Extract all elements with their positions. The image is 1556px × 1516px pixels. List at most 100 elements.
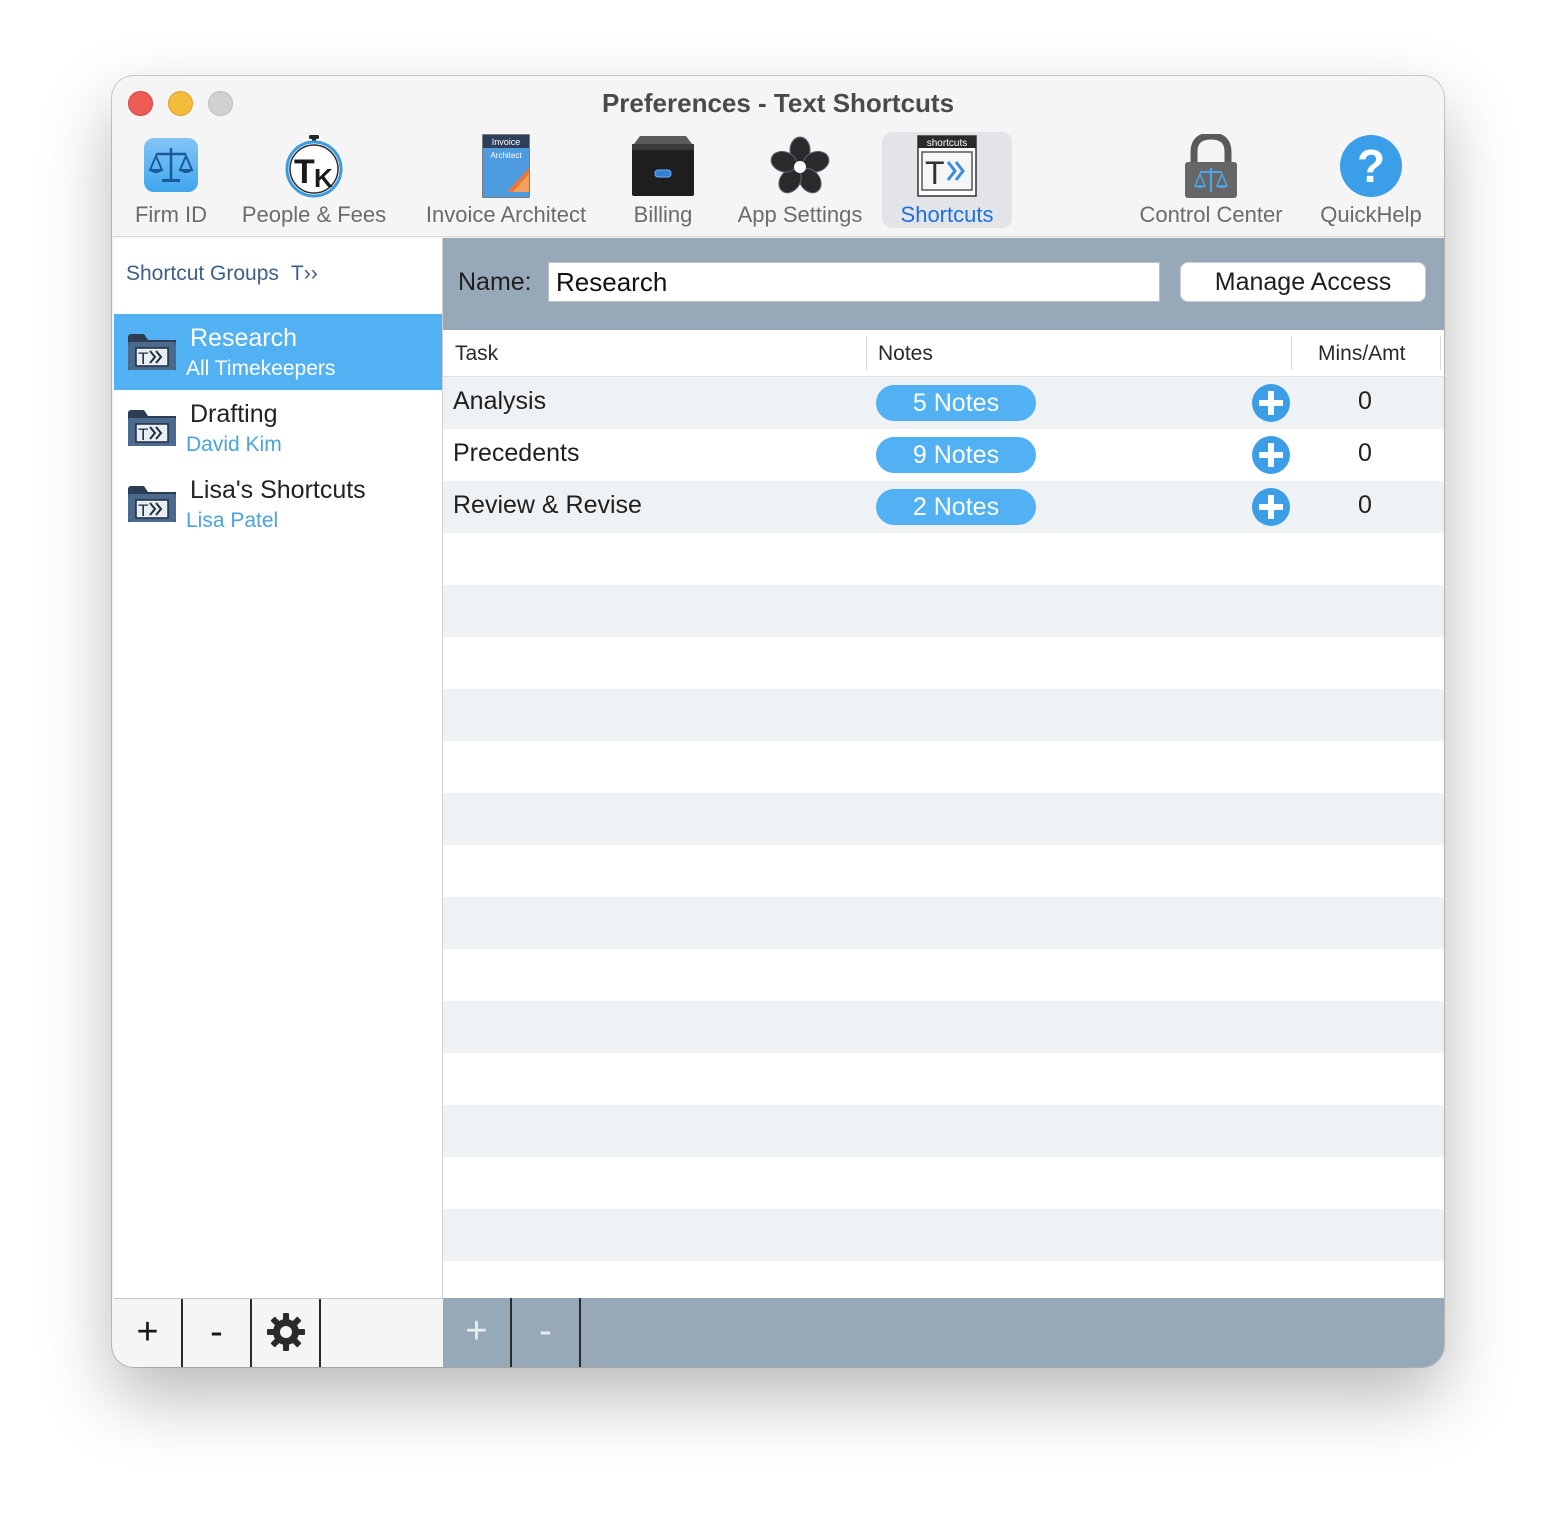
scales-icon xyxy=(144,138,198,192)
table-row[interactable]: Precedents 9 Notes 0 xyxy=(443,429,1444,481)
column-divider[interactable] xyxy=(1440,336,1441,370)
toolbar-app-settings[interactable]: App Settings xyxy=(726,132,874,228)
add-note-icon[interactable] xyxy=(1251,435,1291,475)
invoice-architect-icon: Invoice Architect xyxy=(482,134,530,198)
notes-count-button[interactable]: 5 Notes xyxy=(876,385,1036,421)
shortcut-folder-icon: T xyxy=(128,334,176,370)
toolbar-label: Invoice Architect xyxy=(425,202,587,227)
question-icon: ? xyxy=(1340,135,1402,197)
toolbar-quickhelp[interactable]: ? QuickHelp xyxy=(1310,132,1432,228)
window-title: Preferences - Text Shortcuts xyxy=(601,88,955,118)
table-header: Task Notes Mins/Amt xyxy=(443,330,1444,377)
task-name: Analysis xyxy=(453,387,547,415)
svg-text:K: K xyxy=(314,163,333,193)
column-header-notes[interactable]: Notes xyxy=(878,342,933,366)
svg-text:T: T xyxy=(294,153,315,191)
group-owner: Lisa Patel xyxy=(186,509,279,532)
empty-row xyxy=(443,585,1444,637)
table-row[interactable]: Review & Revise 2 Notes 0 xyxy=(443,481,1444,533)
name-label: Name: xyxy=(458,268,532,296)
column-divider[interactable] xyxy=(1291,336,1292,370)
svg-text:T: T xyxy=(925,155,945,191)
empty-row xyxy=(443,897,1444,949)
remove-task-button[interactable]: - xyxy=(512,1298,581,1367)
shortcut-folder-icon: T xyxy=(128,410,176,446)
group-settings-button[interactable] xyxy=(252,1299,321,1367)
remove-group-button[interactable]: - xyxy=(183,1299,252,1367)
shortcut-groups-sidebar: Shortcut Groups T›› T Research All Timeke… xyxy=(114,238,443,1298)
empty-row xyxy=(443,1105,1444,1157)
shortcuts-glyph-icon: T›› xyxy=(290,262,318,285)
group-name-bar: Name: Research Manage Access xyxy=(443,238,1444,330)
toolbar-billing[interactable]: Billing xyxy=(620,132,706,228)
group-name: Lisa's Shortcuts xyxy=(190,476,366,504)
shortcut-groups-header: Shortcut Groups T›› xyxy=(126,262,318,286)
toolbar-people-fees[interactable]: T K People & Fees xyxy=(234,132,394,228)
empty-row xyxy=(443,1209,1444,1261)
svg-text:?: ? xyxy=(1357,140,1385,192)
svg-text:T: T xyxy=(138,501,148,520)
shortcut-folder-icon: T xyxy=(128,486,176,522)
task-name: Review & Revise xyxy=(453,491,642,519)
group-owner: David Kim xyxy=(186,433,282,456)
mins-amount[interactable]: 0 xyxy=(1358,387,1372,416)
empty-row xyxy=(443,689,1444,741)
group-owner: All Timekeepers xyxy=(186,357,336,380)
group-name-field[interactable]: Research xyxy=(548,262,1160,302)
toolbar-separator xyxy=(112,236,1444,237)
mins-amount[interactable]: 0 xyxy=(1358,491,1372,520)
group-item-lisas-shortcuts[interactable]: T Lisa's Shortcuts Lisa Patel xyxy=(114,466,442,542)
toolbar-invoice-architect[interactable]: Invoice Architect Invoice Architect xyxy=(412,132,600,228)
empty-row xyxy=(443,1053,1444,1105)
column-divider[interactable] xyxy=(866,336,867,370)
empty-row xyxy=(443,845,1444,897)
add-task-button[interactable]: + xyxy=(443,1298,512,1367)
notes-count-button[interactable]: 9 Notes xyxy=(876,437,1036,473)
empty-row xyxy=(443,1261,1444,1299)
group-item-drafting[interactable]: T Drafting David Kim xyxy=(114,390,442,466)
empty-row xyxy=(443,793,1444,845)
group-name: Drafting xyxy=(190,400,278,428)
invoice-icon-text-sub: Architect xyxy=(490,151,522,160)
column-header-mins-amt[interactable]: Mins/Amt xyxy=(1318,342,1406,366)
svg-text:T: T xyxy=(138,349,148,368)
toolbar-label: App Settings xyxy=(737,202,863,227)
toolbar-label: QuickHelp xyxy=(1320,202,1422,227)
group-item-research[interactable]: T Research All Timekeepers xyxy=(114,314,442,390)
empty-row xyxy=(443,1157,1444,1209)
toolbar-label: People & Fees xyxy=(241,202,387,227)
shortcut-groups-title: Shortcut Groups xyxy=(126,262,279,285)
mins-amount[interactable]: 0 xyxy=(1358,439,1372,468)
toolbar-control-center[interactable]: Control Center xyxy=(1130,132,1292,228)
table-row[interactable]: Analysis 5 Notes 0 xyxy=(443,377,1444,429)
task-name: Precedents xyxy=(453,439,580,467)
preferences-window: Preferences - Text Shortcuts Firm ID T K… xyxy=(112,76,1444,1367)
toolbar-label: Control Center xyxy=(1139,202,1283,227)
timekeeper-tk-icon: T K xyxy=(285,135,343,198)
invoice-icon-text-top: Invoice xyxy=(492,137,521,147)
empty-row xyxy=(443,637,1444,689)
shortcuts-icon-text: shortcuts xyxy=(927,138,968,149)
column-header-task[interactable]: Task xyxy=(455,342,498,366)
flower-icon xyxy=(770,136,830,194)
toolbar-firm-id[interactable]: Firm ID xyxy=(122,132,220,228)
sidebar-footer: + - xyxy=(114,1298,443,1367)
gear-icon xyxy=(266,1313,305,1351)
tasks-table: Analysis 5 Notes 0 Precedents 9 Notes 0 xyxy=(443,377,1444,1299)
padlock-icon xyxy=(1185,134,1237,198)
manage-access-button[interactable]: Manage Access xyxy=(1180,262,1426,302)
shortcuts-icon: shortcuts T xyxy=(917,135,977,197)
file-drawer-icon xyxy=(632,136,694,196)
toolbar-shortcuts[interactable]: shortcuts T Shortcuts xyxy=(882,132,1012,228)
toolbar-label: Firm ID xyxy=(134,202,208,227)
svg-text:T: T xyxy=(138,425,148,444)
add-note-icon[interactable] xyxy=(1251,383,1291,423)
add-group-button[interactable]: + xyxy=(114,1299,183,1367)
group-name: Research xyxy=(190,324,297,352)
empty-row xyxy=(443,1001,1444,1053)
toolbar-label: Billing xyxy=(633,202,693,227)
shortcut-detail-pane: Name: Research Manage Access Task Notes … xyxy=(443,238,1444,1367)
add-note-icon[interactable] xyxy=(1251,487,1291,527)
notes-count-button[interactable]: 2 Notes xyxy=(876,489,1036,525)
empty-row xyxy=(443,533,1444,585)
